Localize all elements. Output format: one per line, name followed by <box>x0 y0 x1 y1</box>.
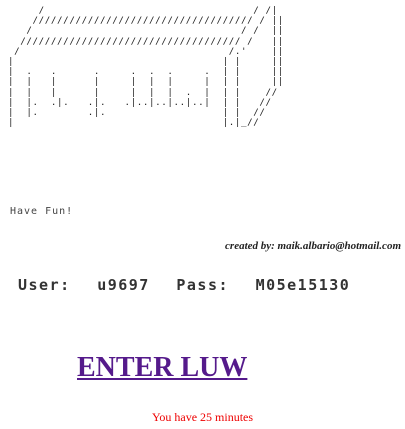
login-credentials: User: u9697 Pass: M05e15130 <box>18 276 350 294</box>
user-value: u9697 <box>97 276 150 294</box>
ascii-art-logo: / / /| /////////////////////////////////… <box>8 5 284 129</box>
enter-luw-link[interactable]: ENTER LUW <box>77 352 247 384</box>
tagline: Have Fun! <box>10 206 74 217</box>
author-credit: created by: maik.albario@hotmail.com <box>225 240 401 252</box>
pass-value: M05e15130 <box>255 276 351 294</box>
time-remaining-notice: You have 25 minutes <box>151 410 254 424</box>
user-label: User: <box>18 276 71 294</box>
pass-label: Pass: <box>176 276 230 294</box>
